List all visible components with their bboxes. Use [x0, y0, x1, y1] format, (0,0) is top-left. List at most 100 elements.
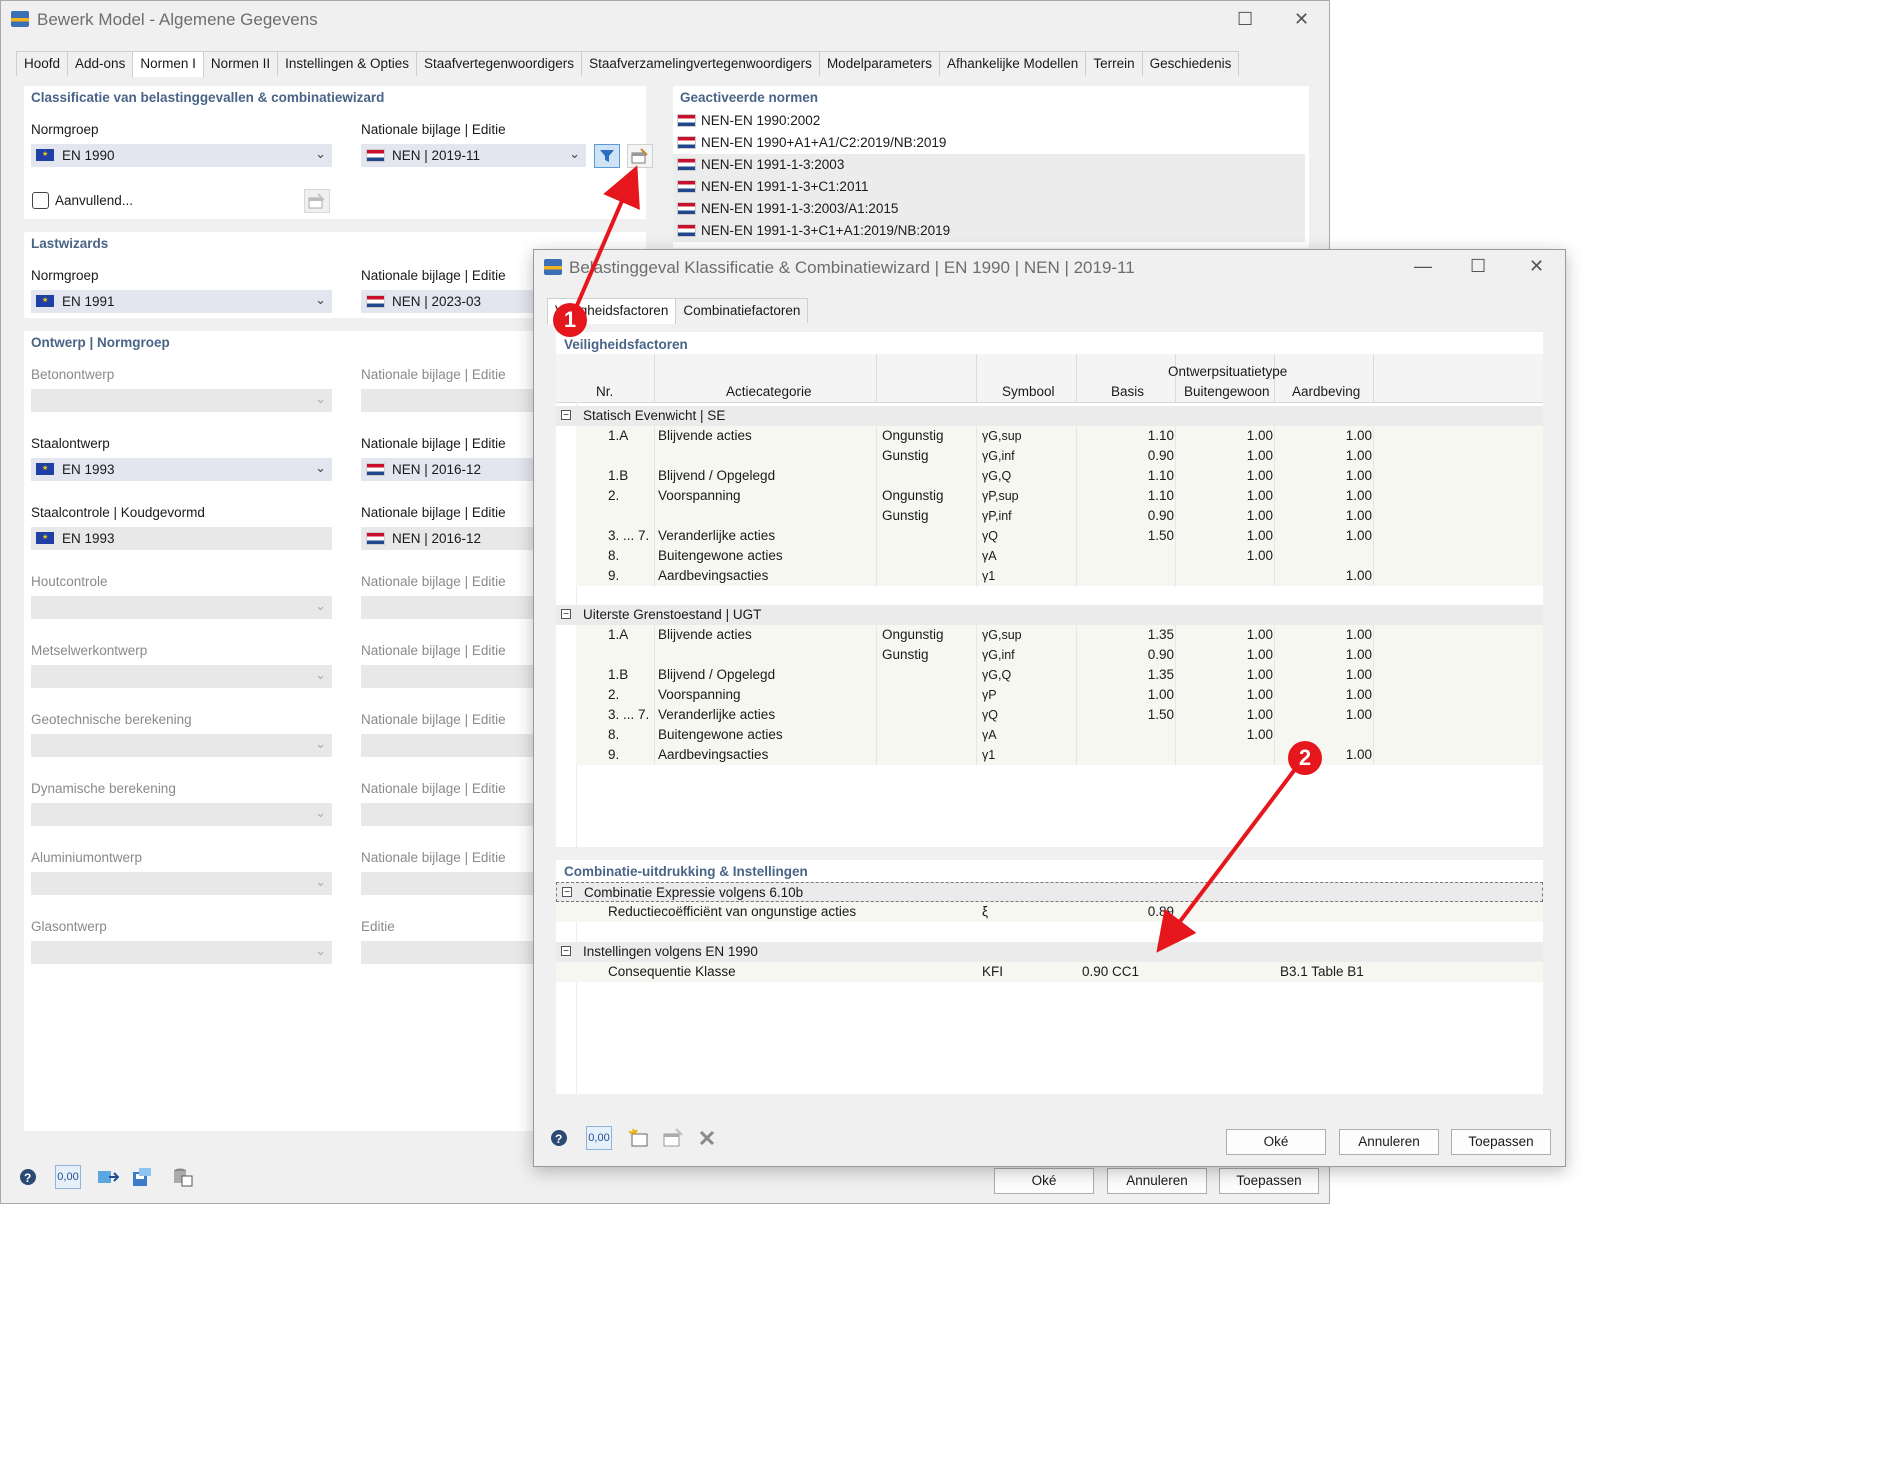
table-row[interactable]: 9. Aardbevingsacties γ1 1.00 — [576, 745, 1543, 765]
cell-basis[interactable]: 1.00 — [1076, 687, 1174, 702]
cell-basis[interactable]: 0.90 — [1076, 448, 1174, 463]
collapse-icon[interactable]: − — [561, 609, 571, 620]
close-icon[interactable]: ✕ — [1529, 256, 1544, 277]
cell-basis[interactable]: 0.90 — [1076, 508, 1174, 523]
design-normgroup-select[interactable]: EN 1993 — [31, 527, 332, 550]
design-normgroup-select[interactable]: ⌄ — [31, 872, 332, 895]
norm-item[interactable]: NEN-EN 1990+A1+A1/C2:2019/NB:2019 — [673, 132, 1305, 154]
cell-earthquake[interactable]: 1.00 — [1274, 647, 1372, 662]
dialog-apply-button[interactable]: Toepassen — [1451, 1129, 1551, 1155]
units-button[interactable]: 0,00 — [586, 1126, 612, 1150]
row-value[interactable]: 0.90 CC1 — [1082, 964, 1139, 979]
tab-terrein[interactable]: Terrein — [1085, 51, 1143, 76]
table-row[interactable]: 2. Voorspanning Ongunstig γP,sup 1.10 1.00 1.0… — [576, 486, 1543, 506]
export-button[interactable] — [95, 1165, 121, 1189]
design-annex-select[interactable] — [361, 803, 561, 826]
table-row[interactable]: 8. Buitengewone acties γA 1.00 — [576, 725, 1543, 745]
loadwizard-normgroup-select[interactable]: EN 1991 ⌄ — [31, 290, 332, 313]
main-cancel-button[interactable]: Annuleren — [1107, 1168, 1207, 1194]
design-normgroup-select[interactable]: ⌄ — [31, 803, 332, 826]
cell-extraordinary[interactable]: 1.00 — [1175, 448, 1273, 463]
close-icon[interactable]: ✕ — [1294, 9, 1309, 30]
cell-earthquake[interactable]: 1.00 — [1274, 508, 1372, 523]
design-annex-select[interactable]: NEN | 2016-12 — [361, 527, 561, 550]
group-row[interactable]: − Instellingen volgens EN 1990 — [556, 942, 1543, 962]
dialog-ok-button[interactable]: Oké — [1226, 1129, 1326, 1155]
norm-item[interactable]: NEN-EN 1991-1-3:2003 — [673, 154, 1305, 176]
cell-extraordinary[interactable]: 1.00 — [1175, 667, 1273, 682]
table-row[interactable]: 1.A Blijvende acties Ongunstig γG,sup 1.10 1.… — [576, 426, 1543, 446]
cell-extraordinary[interactable]: 1.00 — [1175, 528, 1273, 543]
table-row[interactable]: 3. ... 7. Veranderlijke acties γQ 1.50 1.00 1… — [576, 526, 1543, 546]
cell-earthquake[interactable]: 1.00 — [1274, 448, 1372, 463]
table-row[interactable]: 8. Buitengewone acties γA 1.00 — [576, 546, 1543, 566]
new-button[interactable] — [626, 1126, 652, 1150]
design-normgroup-select[interactable]: ⌄ — [31, 734, 332, 757]
cell-extraordinary[interactable]: 1.00 — [1175, 727, 1273, 742]
tab-hoofd[interactable]: Hoofd — [16, 51, 69, 76]
cell-extraordinary[interactable]: 1.00 — [1175, 488, 1273, 503]
cell-earthquake[interactable]: 1.00 — [1274, 468, 1372, 483]
cell-extraordinary[interactable]: 1.00 — [1175, 707, 1273, 722]
table-row[interactable]: 9. Aardbevingsacties γ1 1.00 — [576, 566, 1543, 586]
save-settings-button[interactable] — [129, 1165, 155, 1189]
cell-extraordinary[interactable]: 1.00 — [1175, 687, 1273, 702]
supplementary-checkbox[interactable] — [32, 192, 49, 209]
design-annex-select[interactable] — [361, 665, 561, 688]
cell-earthquake[interactable]: 1.00 — [1274, 627, 1372, 642]
cell-extraordinary[interactable]: 1.00 — [1175, 627, 1273, 642]
design-annex-select[interactable] — [361, 389, 561, 412]
normgroup-select[interactable]: EN 1990 ⌄ — [31, 144, 332, 167]
cell-extraordinary[interactable]: 1.00 — [1175, 508, 1273, 523]
design-annex-select[interactable] — [361, 941, 561, 964]
design-annex-select[interactable] — [361, 734, 561, 757]
table-row[interactable]: Gunstig γG,inf 0.90 1.00 1.00 — [576, 446, 1543, 466]
cell-basis[interactable]: 0.90 — [1076, 647, 1174, 662]
tab-combinatiefactoren[interactable]: Combinatiefactoren — [675, 298, 809, 323]
units-button[interactable]: 0,00 — [55, 1165, 81, 1189]
table-row[interactable]: 1.B Blijvend / Opgelegd γG,Q 1.10 1.00 1.00 — [576, 466, 1543, 486]
tab-modelparameters[interactable]: Modelparameters — [818, 51, 940, 76]
collapse-icon[interactable]: − — [561, 410, 571, 421]
design-annex-select[interactable] — [361, 872, 561, 895]
group-row[interactable]: − Combinatie Expressie volgens 6.10b — [556, 882, 1543, 902]
tab-instellingen[interactable]: Instellingen & Opties — [277, 51, 417, 76]
norm-item[interactable]: NEN-EN 1991-1-3+C1:2011 — [673, 176, 1305, 198]
collapse-icon[interactable]: − — [562, 887, 572, 898]
cell-basis[interactable]: 1.10 — [1076, 488, 1174, 503]
edit-norm-button[interactable] — [627, 144, 653, 168]
cell-earthquake[interactable]: 1.00 — [1274, 528, 1372, 543]
maximize-icon[interactable]: ☐ — [1237, 9, 1253, 30]
table-row[interactable]: Gunstig γP,inf 0.90 1.00 1.00 — [576, 506, 1543, 526]
main-ok-button[interactable]: Oké — [994, 1168, 1094, 1194]
edit-button[interactable] — [660, 1126, 686, 1150]
tab-staafvertegenwoordigers[interactable]: Staafvertegenwoordigers — [415, 51, 583, 76]
norm-item[interactable]: NEN-EN 1990:2002 — [673, 110, 1305, 132]
cell-extraordinary[interactable]: 1.00 — [1175, 428, 1273, 443]
database-button[interactable] — [169, 1165, 195, 1189]
cell-basis[interactable]: 1.35 — [1076, 627, 1174, 642]
tab-normen-ii[interactable]: Normen II — [202, 51, 279, 76]
tab-geschiedenis[interactable]: Geschiedenis — [1141, 51, 1240, 76]
cell-earthquake[interactable]: 1.00 — [1274, 488, 1372, 503]
cell-earthquake[interactable]: 1.00 — [1274, 667, 1372, 682]
norm-item[interactable]: NEN-EN 1991-1-3+C1+A1:2019/NB:2019 — [673, 220, 1305, 242]
cell-basis[interactable]: 1.50 — [1076, 707, 1174, 722]
cell-extraordinary[interactable]: 1.00 — [1175, 647, 1273, 662]
cell-extraordinary[interactable]: 1.00 — [1175, 468, 1273, 483]
main-apply-button[interactable]: Toepassen — [1219, 1168, 1319, 1194]
row-value[interactable]: 0.89 — [1078, 904, 1174, 919]
design-annex-select[interactable] — [361, 596, 561, 619]
annex-select[interactable]: NEN | 2019-11 ⌄ — [361, 144, 586, 167]
help-button[interactable]: ? — [15, 1165, 41, 1189]
cell-basis[interactable]: 1.10 — [1076, 468, 1174, 483]
table-row[interactable]: Reductiecoëfficiënt van ongunstige actie… — [556, 902, 1543, 922]
cell-earthquake[interactable]: 1.00 — [1274, 568, 1372, 583]
table-row[interactable]: 3. ... 7. Veranderlijke acties γQ 1.50 1.00 1… — [576, 705, 1543, 725]
maximize-icon[interactable]: ☐ — [1470, 256, 1486, 277]
cell-basis[interactable]: 1.35 — [1076, 667, 1174, 682]
design-annex-select[interactable]: NEN | 2016-12 — [361, 458, 561, 481]
design-normgroup-select[interactable]: ⌄ — [31, 941, 332, 964]
minimize-icon[interactable]: — — [1414, 256, 1432, 277]
tab-normen-i[interactable]: Normen I — [132, 51, 204, 77]
